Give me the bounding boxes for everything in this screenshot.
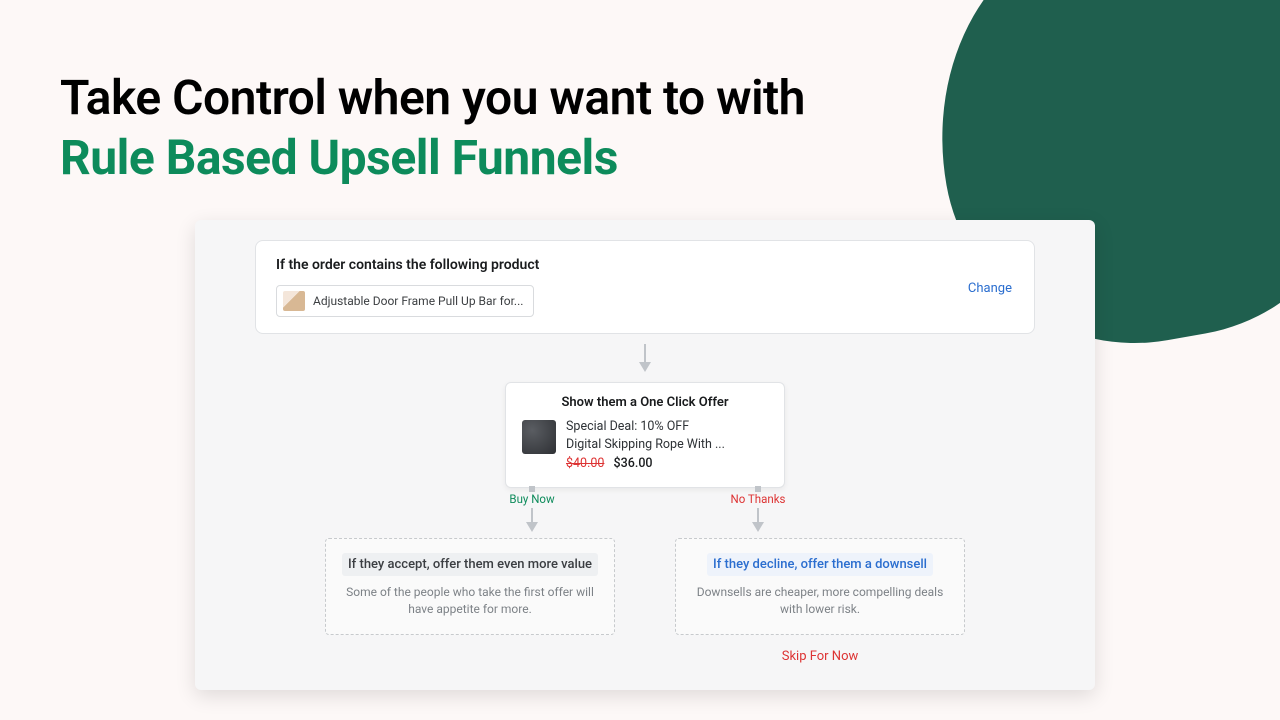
offer-new-price: $36.00 [614,456,653,471]
trigger-product-chip[interactable]: Adjustable Door Frame Pull Up Bar for... [276,285,534,317]
decline-outcome-card[interactable]: If they decline, offer them a downsell D… [675,538,965,636]
accept-outcome-card[interactable]: If they accept, offer them even more val… [325,538,615,636]
funnel-editor-panel: If the order contains the following prod… [195,220,1095,690]
offer-text-block: Special Deal: 10% OFF Digital Skipping R… [566,418,725,473]
page-headline: Take Control when you want to with Rule … [60,68,805,188]
headline-line2: Rule Based Upsell Funnels [60,129,618,186]
product-thumb-icon [283,291,305,311]
branch-no-label: No Thanks [731,492,786,506]
decline-desc: Downsells are cheaper, more compelling d… [690,584,950,619]
trigger-product-name: Adjustable Door Frame Pull Up Bar for... [313,294,523,308]
accept-heading: If they accept, offer them even more val… [342,553,598,576]
offer-deal-line: Special Deal: 10% OFF [566,418,725,436]
change-product-link[interactable]: Change [968,281,1012,296]
branch-buy: Buy Now [519,486,545,534]
skip-for-now-link[interactable]: Skip For Now [675,649,965,664]
offer-card[interactable]: Show them a One Click Offer Special Deal… [505,382,785,488]
offer-card-title: Show them a One Click Offer [522,395,768,410]
arrow-down-icon [524,508,540,534]
arrow-down-icon [750,508,766,534]
trigger-title: If the order contains the following prod… [276,257,1014,273]
branch-buy-label: Buy Now [509,492,554,506]
arrow-down-icon [637,344,653,374]
offer-product-line: Digital Skipping Rope With ... [566,436,725,454]
trigger-card: If the order contains the following prod… [255,240,1035,334]
offer-product-image [522,420,556,454]
decline-heading: If they decline, offer them a downsell [707,553,933,576]
branch-decline: No Thanks [745,486,771,534]
offer-old-price: $40.00 [566,456,604,471]
headline-line1: Take Control when you want to with [60,69,805,126]
accept-desc: Some of the people who take the first of… [340,584,600,619]
